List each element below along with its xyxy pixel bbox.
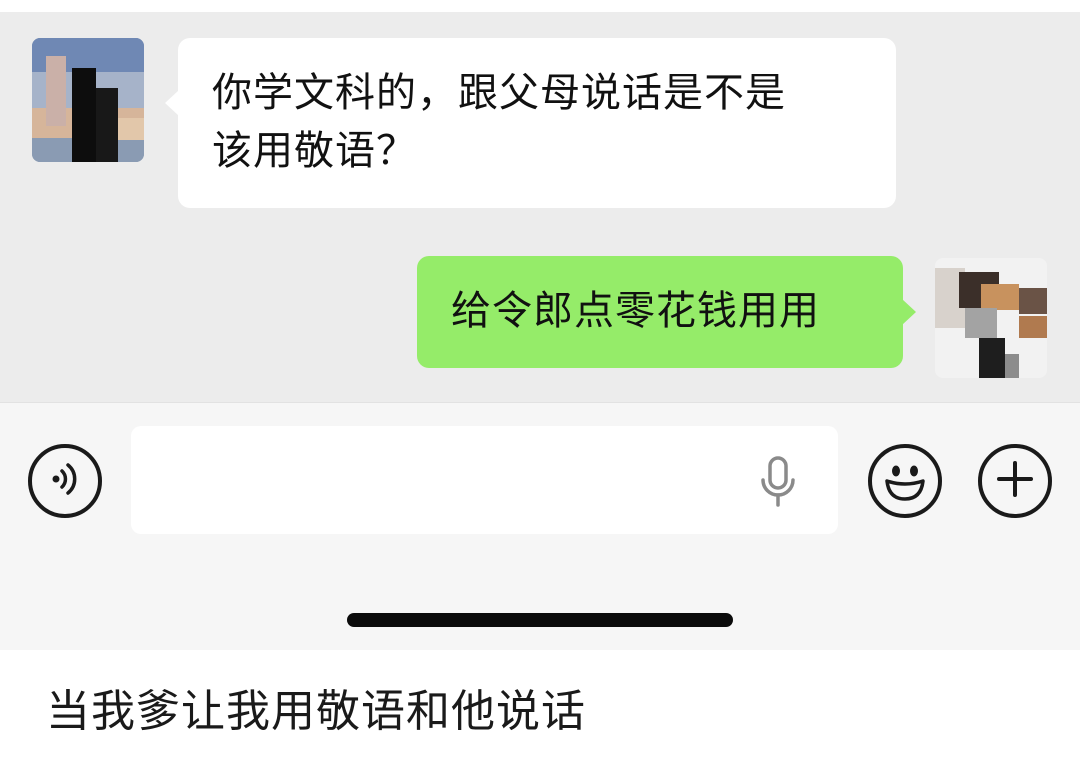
incoming-message-line-1: 你学文科的，跟父母说话是不是 [212,70,786,116]
more-options-button[interactable] [978,444,1052,518]
voice-mode-button[interactable] [28,444,102,518]
message-input[interactable] [131,426,838,534]
chat-input-bar [0,402,1080,650]
outgoing-message-bubble[interactable]: 给令郎点零花钱用用 [417,256,916,368]
incoming-message-line-2: 该用敬语？ [212,128,417,174]
self-avatar-blurred[interactable] [935,258,1047,378]
outgoing-message-text: 给令郎点零花钱用用 [451,288,820,334]
contact-avatar-blurred[interactable] [32,38,144,162]
home-indicator[interactable] [347,613,733,627]
smiley-face-icon [877,451,933,511]
incoming-message-bubble[interactable]: 你学文科的，跟父母说话是不是 该用敬语？ [165,38,896,208]
plus-circle-icon [993,457,1037,505]
microphone-icon[interactable] [758,456,798,512]
chat-screen: 你学文科的，跟父母说话是不是 该用敬语？ 给令郎点零花钱用用 [0,0,1080,650]
meme-caption: 当我爹让我用敬语和他说话 [46,686,586,737]
emoji-button[interactable] [868,444,942,518]
voice-wave-icon [45,459,85,503]
top-strip [0,0,1080,12]
